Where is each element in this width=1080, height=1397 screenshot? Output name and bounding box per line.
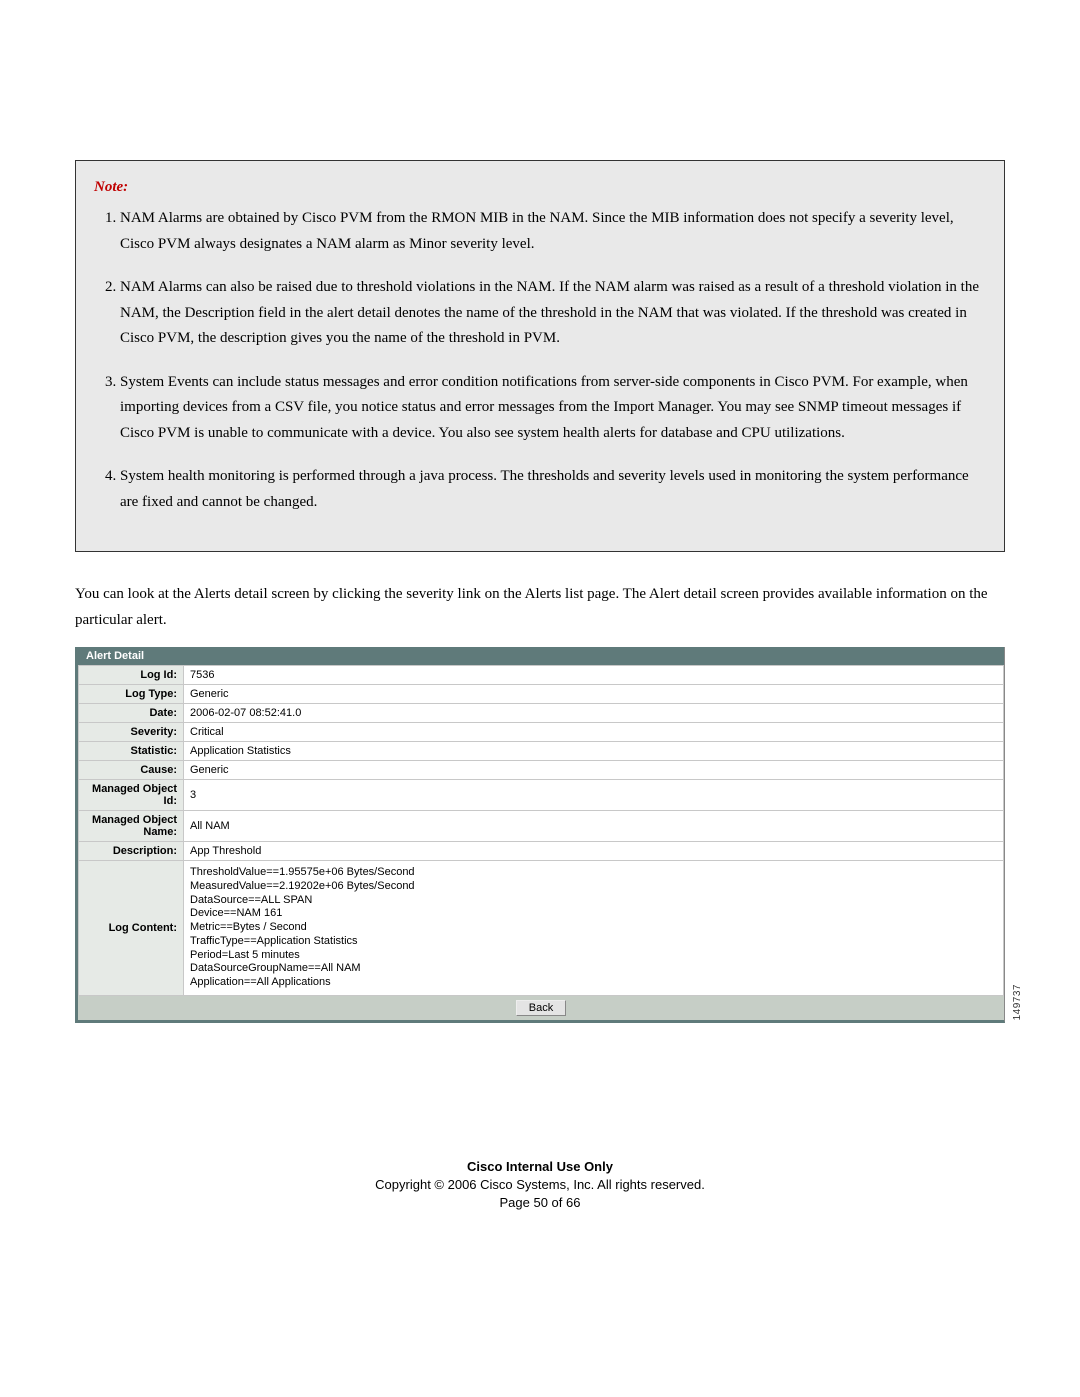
note-item: NAM Alarms are obtained by Cisco PVM fro… [120,206,986,257]
field-label: Severity: [79,723,184,742]
alert-detail-title: Alert Detail [78,647,1004,665]
log-content-line: Application==All Applications [190,976,997,990]
table-row: Date: 2006-02-07 08:52:41.0 [79,704,1004,723]
log-content-line: MeasuredValue==2.19202e+06 Bytes/Second [190,880,997,894]
log-content-lines: ThresholdValue==1.95575e+06 Bytes/Second… [190,864,997,992]
log-content-line: DataSource==ALL SPAN [190,894,997,908]
field-label: Date: [79,704,184,723]
page-footer: Cisco Internal Use Only Copyright © 2006… [0,1158,1080,1213]
table-row: Cause: Generic [79,761,1004,780]
table-row: Log Content: ThresholdValue==1.95575e+06… [79,861,1004,996]
button-row: Back [78,996,1004,1020]
field-value: All NAM [184,811,1004,842]
table-row: Managed Object Id: 3 [79,780,1004,811]
table-row: Statistic: Application Statistics [79,742,1004,761]
field-value: 2006-02-07 08:52:41.0 [184,704,1004,723]
log-content-line: Period=Last 5 minutes [190,949,997,963]
log-content-cell: ThresholdValue==1.95575e+06 Bytes/Second… [184,861,1004,996]
field-value: 7536 [184,666,1004,685]
alert-detail-table: Log Id: 7536 Log Type: Generic Date: 200… [78,665,1004,996]
note-item: System health monitoring is performed th… [120,464,986,515]
field-value: Critical [184,723,1004,742]
field-label: Log Type: [79,685,184,704]
note-item: System Events can include status message… [120,370,986,447]
field-value: Generic [184,761,1004,780]
log-content-line: ThresholdValue==1.95575e+06 Bytes/Second [190,866,997,880]
log-content-line: DataSourceGroupName==All NAM [190,962,997,976]
figure-id: 149737 [1012,984,1023,1020]
field-value: Application Statistics [184,742,1004,761]
note-list: NAM Alarms are obtained by Cisco PVM fro… [94,206,986,515]
field-label: Cause: [79,761,184,780]
field-label: Statistic: [79,742,184,761]
table-row: Log Id: 7536 [79,666,1004,685]
footer-line-1: Cisco Internal Use Only [0,1158,1080,1176]
field-label: Log Content: [79,861,184,996]
table-row: Description: App Threshold [79,842,1004,861]
page-body: Note: NAM Alarms are obtained by Cisco P… [0,0,1080,1023]
note-box: Note: NAM Alarms are obtained by Cisco P… [75,160,1005,552]
log-content-line: TrafficType==Application Statistics [190,935,997,949]
field-value: 3 [184,780,1004,811]
field-label: Managed Object Name: [79,811,184,842]
log-content-line: Metric==Bytes / Second [190,921,997,935]
note-item: NAM Alarms can also be raised due to thr… [120,275,986,352]
field-value: Generic [184,685,1004,704]
field-label: Log Id: [79,666,184,685]
table-row: Managed Object Name: All NAM [79,811,1004,842]
alert-detail-figure: Alert Detail Log Id: 7536 Log Type: Gene… [75,647,1005,1023]
field-label: Managed Object Id: [79,780,184,811]
table-row: Severity: Critical [79,723,1004,742]
field-value: App Threshold [184,842,1004,861]
footer-line-2: Copyright © 2006 Cisco Systems, Inc. All… [0,1176,1080,1194]
body-paragraph: You can look at the Alerts detail screen… [75,582,1005,633]
field-label: Description: [79,842,184,861]
log-content-line: Device==NAM 161 [190,907,997,921]
alert-detail-panel: Alert Detail Log Id: 7536 Log Type: Gene… [75,647,1005,1023]
back-button[interactable]: Back [516,1000,566,1016]
table-row: Log Type: Generic [79,685,1004,704]
note-heading: Note: [94,179,986,196]
footer-line-3: Page 50 of 66 [0,1194,1080,1212]
